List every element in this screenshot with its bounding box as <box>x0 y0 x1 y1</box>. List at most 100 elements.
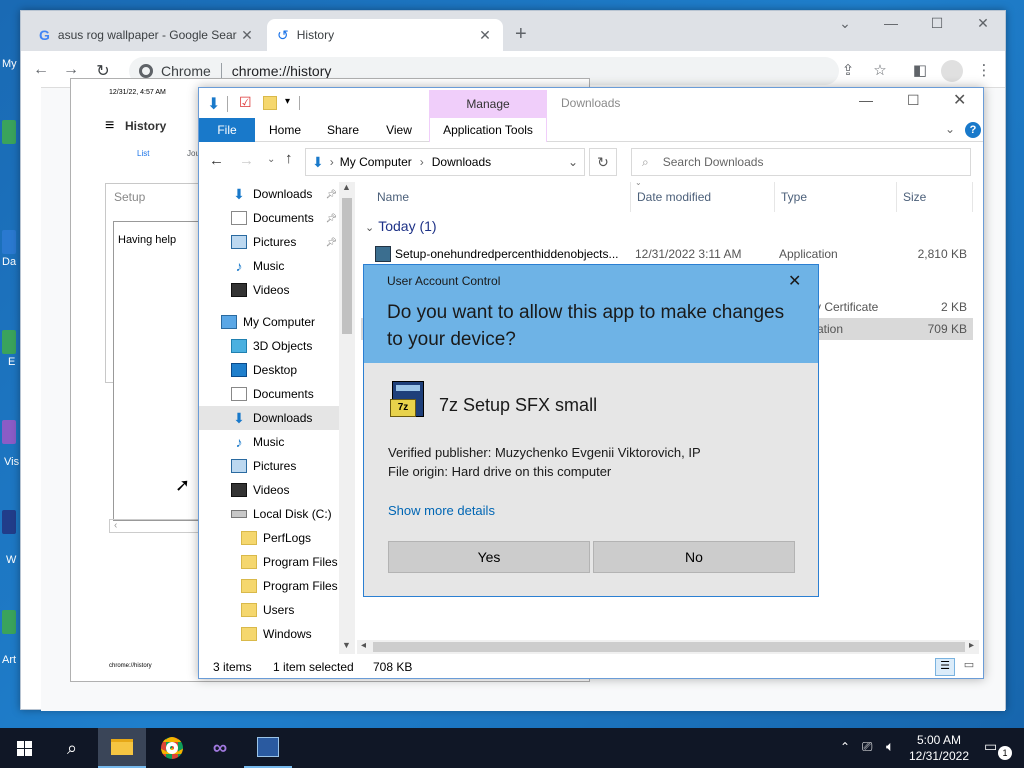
large-icons-view-icon[interactable]: ▭ <box>959 658 979 676</box>
desktop-shortcut-icon[interactable] <box>2 330 16 354</box>
nav-item-program-files[interactable]: Program Files ( <box>199 574 339 598</box>
nav-item-videos[interactable]: Videos <box>199 278 339 302</box>
nav-item-users[interactable]: Users <box>199 598 339 622</box>
properties-check-icon[interactable]: ☑ <box>239 94 252 111</box>
back-arrow-icon[interactable]: ← <box>29 61 53 79</box>
close-tab-icon[interactable]: ✕ <box>477 27 493 44</box>
refresh-icon[interactable]: ↻ <box>589 148 617 176</box>
maximize-button[interactable]: ☐ <box>907 92 920 109</box>
close-tab-icon[interactable]: ✕ <box>239 27 255 44</box>
pin-icon[interactable]: 📌︎ <box>326 237 337 248</box>
network-icon[interactable]: ⎚ <box>862 739 872 755</box>
details-view-icon[interactable]: ☰ <box>935 658 955 676</box>
nav-item-my-computer[interactable]: My Computer <box>199 310 339 334</box>
search-icon[interactable]: ⌕ <box>48 728 96 768</box>
forward-arrow-icon[interactable]: → <box>239 152 254 169</box>
start-button[interactable] <box>0 728 48 768</box>
nav-item-program-files[interactable]: Program Files <box>199 550 339 574</box>
horizontal-scrollbar[interactable]: ‹ <box>109 519 209 533</box>
desktop-icon-label[interactable]: E <box>8 356 15 368</box>
nav-scrollbar[interactable]: ▲ ▼ <box>339 182 355 654</box>
nav-item-music[interactable]: ♪ Music <box>199 254 339 278</box>
scroll-right-icon[interactable]: ▸ <box>969 640 974 651</box>
nav-item-documents[interactable]: Documents 📌︎ <box>199 206 339 230</box>
taskbar-uac-app[interactable] <box>244 728 292 768</box>
more-menu-icon[interactable]: ⋮ <box>973 61 995 79</box>
nav-item-3d-objects[interactable]: 3D Objects <box>199 334 339 358</box>
recent-locations-icon[interactable]: ⌄ <box>267 154 275 165</box>
nav-item-pictures[interactable]: Pictures <box>199 454 339 478</box>
new-tab-button[interactable]: + <box>515 23 527 46</box>
nav-item-downloads[interactable]: ⬇ Downloads <box>199 406 339 430</box>
desktop-icon-label[interactable]: Vis <box>4 456 19 468</box>
nav-item-downloads[interactable]: ⬇ Downloads 📌︎ <box>199 182 339 206</box>
minimize-button[interactable]: — <box>871 15 911 31</box>
chevron-down-icon[interactable]: ⌄ <box>825 15 865 32</box>
nav-item-perflogs[interactable]: PerfLogs <box>199 526 339 550</box>
taskbar-file-explorer[interactable] <box>98 728 146 768</box>
chevron-up-icon[interactable]: ⌃ <box>840 740 850 754</box>
nav-item-desktop[interactable]: Desktop <box>199 358 339 382</box>
tab-file[interactable]: File <box>199 118 255 142</box>
explorer-address-bar[interactable]: ⬇ › My Computer › Downloads ⌄ <box>305 148 585 176</box>
desktop-shortcut-icon[interactable] <box>2 510 16 534</box>
column-size[interactable]: Size <box>897 182 973 212</box>
show-more-details-link[interactable]: Show more details <box>388 503 495 518</box>
column-name[interactable]: Name <box>371 182 631 212</box>
pin-icon[interactable]: 📌︎ <box>326 189 337 200</box>
new-folder-icon[interactable] <box>263 96 277 110</box>
file-row[interactable]: Setup-onehundredpercenthiddenobjects... … <box>361 242 973 266</box>
volume-icon[interactable]: 🔈︎ <box>886 738 894 755</box>
back-arrow-icon[interactable]: ← <box>209 152 224 169</box>
menu-icon[interactable]: ≡ <box>105 117 114 135</box>
desktop-icon-label[interactable]: My <box>2 58 17 70</box>
nav-item-videos[interactable]: Videos <box>199 478 339 502</box>
close-window-button[interactable]: ✕ <box>963 15 1003 32</box>
scroll-thumb[interactable] <box>342 198 352 334</box>
desktop-icon-label[interactable]: Da <box>2 256 16 268</box>
list-tab[interactable]: List <box>137 149 149 158</box>
yes-button[interactable]: Yes <box>388 541 590 573</box>
breadcrumb-downloads[interactable]: Downloads <box>432 155 491 169</box>
tab-history[interactable]: ↺ History ✕ <box>267 19 503 51</box>
side-panel-icon[interactable]: ◧ <box>909 61 931 79</box>
tab-home[interactable]: Home <box>261 118 309 142</box>
share-icon[interactable]: ⇪ <box>837 61 859 79</box>
up-arrow-icon[interactable]: ↑ <box>285 150 293 167</box>
search-box[interactable]: ⌕ Search Downloads <box>631 148 971 176</box>
group-header[interactable]: ⌄ Today (1) <box>365 218 437 234</box>
close-window-button[interactable]: ✕ <box>953 90 966 110</box>
tab-share[interactable]: Share <box>319 118 367 142</box>
maximize-button[interactable]: ☐ <box>917 15 957 32</box>
nav-item-local-disk-c[interactable]: Local Disk (C:) <box>199 502 339 526</box>
nav-item-pictures[interactable]: Pictures 📌︎ <box>199 230 339 254</box>
scroll-thumb[interactable] <box>373 642 965 652</box>
ribbon-expand-icon[interactable]: ⌄ <box>945 122 955 136</box>
tab-google-search[interactable]: G asus rog wallpaper - Google Sear ✕ <box>29 19 265 51</box>
nav-item-documents[interactable]: Documents <box>199 382 339 406</box>
tab-application-tools[interactable]: Application Tools <box>429 118 547 142</box>
pin-icon[interactable]: 📌︎ <box>326 213 337 224</box>
bookmark-star-icon[interactable]: ☆ <box>869 61 891 79</box>
desktop-icon-label[interactable]: Art <box>2 654 16 666</box>
desktop-shortcut-icon[interactable] <box>2 420 16 444</box>
scroll-up-icon[interactable]: ▲ <box>342 182 351 192</box>
quick-access-dropdown-icon[interactable]: ▾ <box>285 96 290 107</box>
close-icon[interactable]: ✕ <box>788 271 801 291</box>
desktop-shortcut-icon[interactable] <box>2 120 16 144</box>
nav-item-windows[interactable]: Windows <box>199 622 339 646</box>
address-dropdown-icon[interactable]: ⌄ <box>568 155 578 169</box>
no-button[interactable]: No <box>593 541 795 573</box>
taskbar-chrome[interactable] <box>148 728 196 768</box>
horizontal-scrollbar[interactable]: ◂ ▸ <box>357 640 979 654</box>
nav-item-music[interactable]: ♪ Music <box>199 430 339 454</box>
visual-studio-icon[interactable]: ∞ <box>196 728 244 768</box>
profile-avatar[interactable] <box>941 60 963 82</box>
minimize-button[interactable]: — <box>859 92 873 108</box>
scroll-left-icon[interactable]: ◂ <box>361 640 366 651</box>
clock[interactable]: 5:00 AM 12/31/2022 <box>904 732 974 764</box>
tab-view[interactable]: View <box>375 118 423 142</box>
scroll-down-icon[interactable]: ▼ <box>342 640 351 650</box>
desktop-icon-label[interactable]: W <box>6 554 16 566</box>
column-type[interactable]: Type <box>775 182 897 212</box>
